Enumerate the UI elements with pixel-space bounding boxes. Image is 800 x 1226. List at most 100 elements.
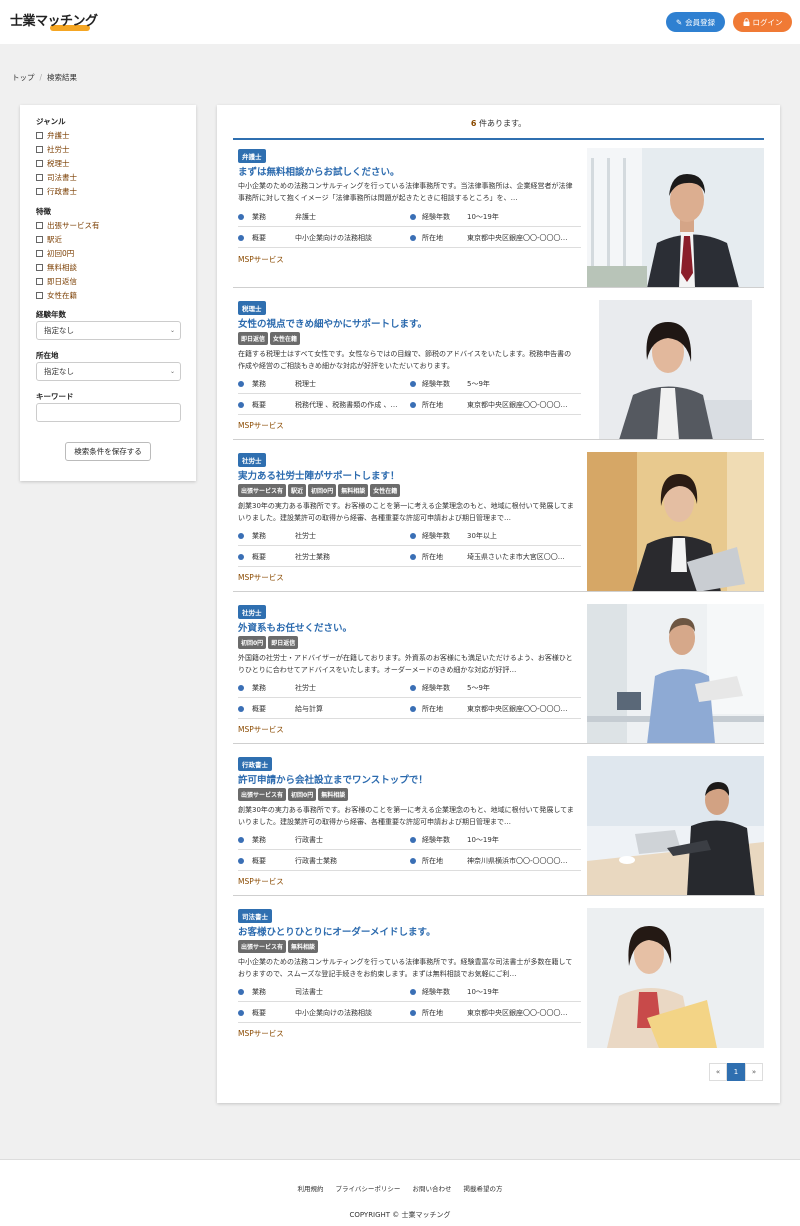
info-value: 埼玉県さいたま市大宮区〇〇… [467, 553, 565, 561]
result-card[interactable]: 司法書士 お客様ひとりひとりにオーダーメイドします。 出張サービス有 無料相談 … [233, 903, 764, 1048]
bullet-icon [238, 402, 244, 408]
info-value: 弁護士 [295, 213, 316, 221]
feature-tag: 出張サービス有 [238, 940, 287, 953]
footer-link-privacy[interactable]: プライバシーポリシー [336, 1185, 401, 1193]
feature-checkbox-station[interactable]: 駅近 [36, 234, 62, 245]
card-title[interactable]: 実力ある社労士陣がサポートします！ [238, 468, 400, 482]
register-button[interactable]: ✎ 会員登録 [666, 12, 725, 32]
feature-tag: 初回0円 [238, 636, 267, 649]
card-title[interactable]: まずは無料相談からお試しください。 [238, 164, 400, 178]
checkbox[interactable] [36, 292, 43, 299]
genre-checkbox-admin[interactable]: 行政書士 [36, 186, 77, 197]
feature-checkbox-free-consult[interactable]: 無料相談 [36, 262, 77, 273]
checkbox-label: 即日返信 [47, 277, 77, 286]
info-label: 所在地 [422, 1009, 443, 1017]
info-label: 業務 [252, 684, 266, 692]
genre-checkbox-judicial[interactable]: 司法書士 [36, 172, 77, 183]
bullet-icon [238, 1010, 244, 1016]
result-card[interactable]: 行政書士 許可申請から会社設立までワンストップで！ 出張サービス有 初回0円 無… [233, 751, 764, 896]
service-link[interactable]: MSPサービス [238, 572, 284, 583]
experience-selected: 指定なし [44, 326, 74, 335]
checkbox[interactable] [36, 222, 43, 229]
checkbox[interactable] [36, 174, 43, 181]
pagination-prev[interactable]: « [709, 1063, 727, 1081]
checkbox-label: 女性在籍 [47, 291, 77, 300]
info-label: 経験年数 [422, 988, 450, 996]
checkbox[interactable] [36, 236, 43, 243]
info-label: 所在地 [422, 857, 443, 865]
save-search-button[interactable]: 検索条件を保存する [65, 442, 151, 461]
checkbox-label: 出張サービス有 [47, 221, 100, 230]
genre-badge: 司法書士 [238, 909, 272, 923]
info-row: 概要 税務代理 、税務書類の作成 、… 所在地 東京都中央区銀座〇〇-〇〇〇… [238, 395, 581, 415]
service-link[interactable]: MSPサービス [238, 876, 284, 887]
photo-receptionist[interactable] [587, 452, 764, 592]
checkbox[interactable] [36, 160, 43, 167]
logo[interactable]: 士業マッチング [10, 10, 98, 34]
info-label: 所在地 [422, 234, 443, 242]
info-label: 業務 [252, 836, 266, 844]
feature-checkbox-female[interactable]: 女性在籍 [36, 290, 77, 301]
service-link[interactable]: MSPサービス [238, 1028, 284, 1039]
result-card[interactable]: 弁護士 まずは無料相談からお試しください。 中小企業のための法務コンサルティング… [233, 143, 764, 288]
info-row: 業務 弁護士 経験年数 10〜19年 [238, 207, 581, 227]
footer-link-listing[interactable]: 掲載希望の方 [464, 1185, 503, 1193]
info-row: 業務 社労士 経験年数 5〜9年 [238, 678, 581, 698]
service-link[interactable]: MSPサービス [238, 724, 284, 735]
photo-man-laptop[interactable] [587, 756, 764, 896]
result-card[interactable]: 税理士 女性の視点できめ細やかにサポートします。 即日返信 女性在籍 在籍する税… [233, 295, 764, 440]
checkbox[interactable] [36, 250, 43, 257]
photo-consultant[interactable] [587, 604, 764, 744]
card-title[interactable]: 女性の視点できめ細やかにサポートします。 [238, 316, 427, 330]
checkbox[interactable] [36, 278, 43, 285]
pagination-next[interactable]: » [745, 1063, 763, 1081]
card-title[interactable]: 外資系もお任せください。 [238, 620, 352, 634]
feature-checkbox-visit[interactable]: 出張サービス有 [36, 220, 100, 231]
checkbox[interactable] [36, 132, 43, 139]
bullet-icon [410, 685, 416, 691]
info-value: 10〜19年 [467, 213, 499, 221]
info-value: 社労士 [295, 684, 316, 692]
checkbox[interactable] [36, 188, 43, 195]
login-button[interactable]: ログイン [733, 12, 792, 32]
info-value: 社労士 [295, 532, 316, 540]
info-value: 給与計算 [295, 705, 323, 713]
feature-checkbox-first-free[interactable]: 初回0円 [36, 248, 74, 259]
card-title[interactable]: 許可申請から会社設立までワンストップで！ [238, 772, 428, 786]
feature-tags: 出張サービス有 無料相談 [238, 940, 319, 953]
footer-link-contact[interactable]: お問い合わせ [412, 1185, 451, 1193]
info-value: 東京都中央区銀座〇〇-〇〇〇… [467, 234, 568, 242]
photo-businessman[interactable] [587, 148, 764, 288]
feature-tag: 即日返信 [238, 332, 269, 345]
pagination-page-1[interactable]: 1 [727, 1063, 745, 1081]
genre-badge: 税理士 [238, 301, 266, 315]
info-label: 概要 [252, 401, 266, 409]
bullet-icon [410, 402, 416, 408]
info-row: 概要 給与計算 所在地 東京都中央区銀座〇〇-〇〇〇… [238, 699, 581, 719]
divider [233, 743, 764, 744]
photo-businesswoman[interactable] [599, 300, 752, 440]
checkbox[interactable] [36, 146, 43, 153]
genre-checkbox-lawyer[interactable]: 弁護士 [36, 130, 70, 141]
checkbox[interactable] [36, 264, 43, 271]
logo-text: 士業マッチング [10, 14, 98, 29]
search-sidebar: ジャンル 弁護士 社労士 税理士 司法書士 行政書士 特徴 出張サービス有 駅近… [20, 105, 196, 481]
footer-link-terms[interactable]: 利用規約 [297, 1185, 323, 1193]
service-link[interactable]: MSPサービス [238, 254, 284, 265]
location-select[interactable]: 指定なし ⌄ [36, 362, 181, 381]
feature-tags: 出張サービス有 初回0円 無料相談 [238, 788, 349, 801]
service-link[interactable]: MSPサービス [238, 420, 284, 431]
divider [233, 439, 764, 440]
genre-checkbox-tax[interactable]: 税理士 [36, 158, 70, 169]
experience-select[interactable]: 指定なし ⌄ [36, 321, 181, 340]
keyword-input[interactable] [36, 403, 181, 422]
result-card[interactable]: 社労士 実力ある社労士陣がサポートします！ 出張サービス有 駅近 初回0円 無料… [233, 447, 764, 592]
breadcrumb-top[interactable]: トップ [12, 73, 35, 82]
feature-checkbox-same-day[interactable]: 即日返信 [36, 276, 77, 287]
genre-checkbox-labor[interactable]: 社労士 [36, 144, 70, 155]
info-value: 東京都中央区銀座〇〇-〇〇〇… [467, 705, 568, 713]
photo-woman-folder[interactable] [587, 908, 764, 1048]
card-title[interactable]: お客様ひとりひとりにオーダーメイドします。 [238, 924, 436, 938]
result-card[interactable]: 社労士 外資系もお任せください。 初回0円 即日返信 外国籍の社労士・アドバイザ… [233, 599, 764, 744]
breadcrumb-current: 検索結果 [47, 73, 78, 82]
